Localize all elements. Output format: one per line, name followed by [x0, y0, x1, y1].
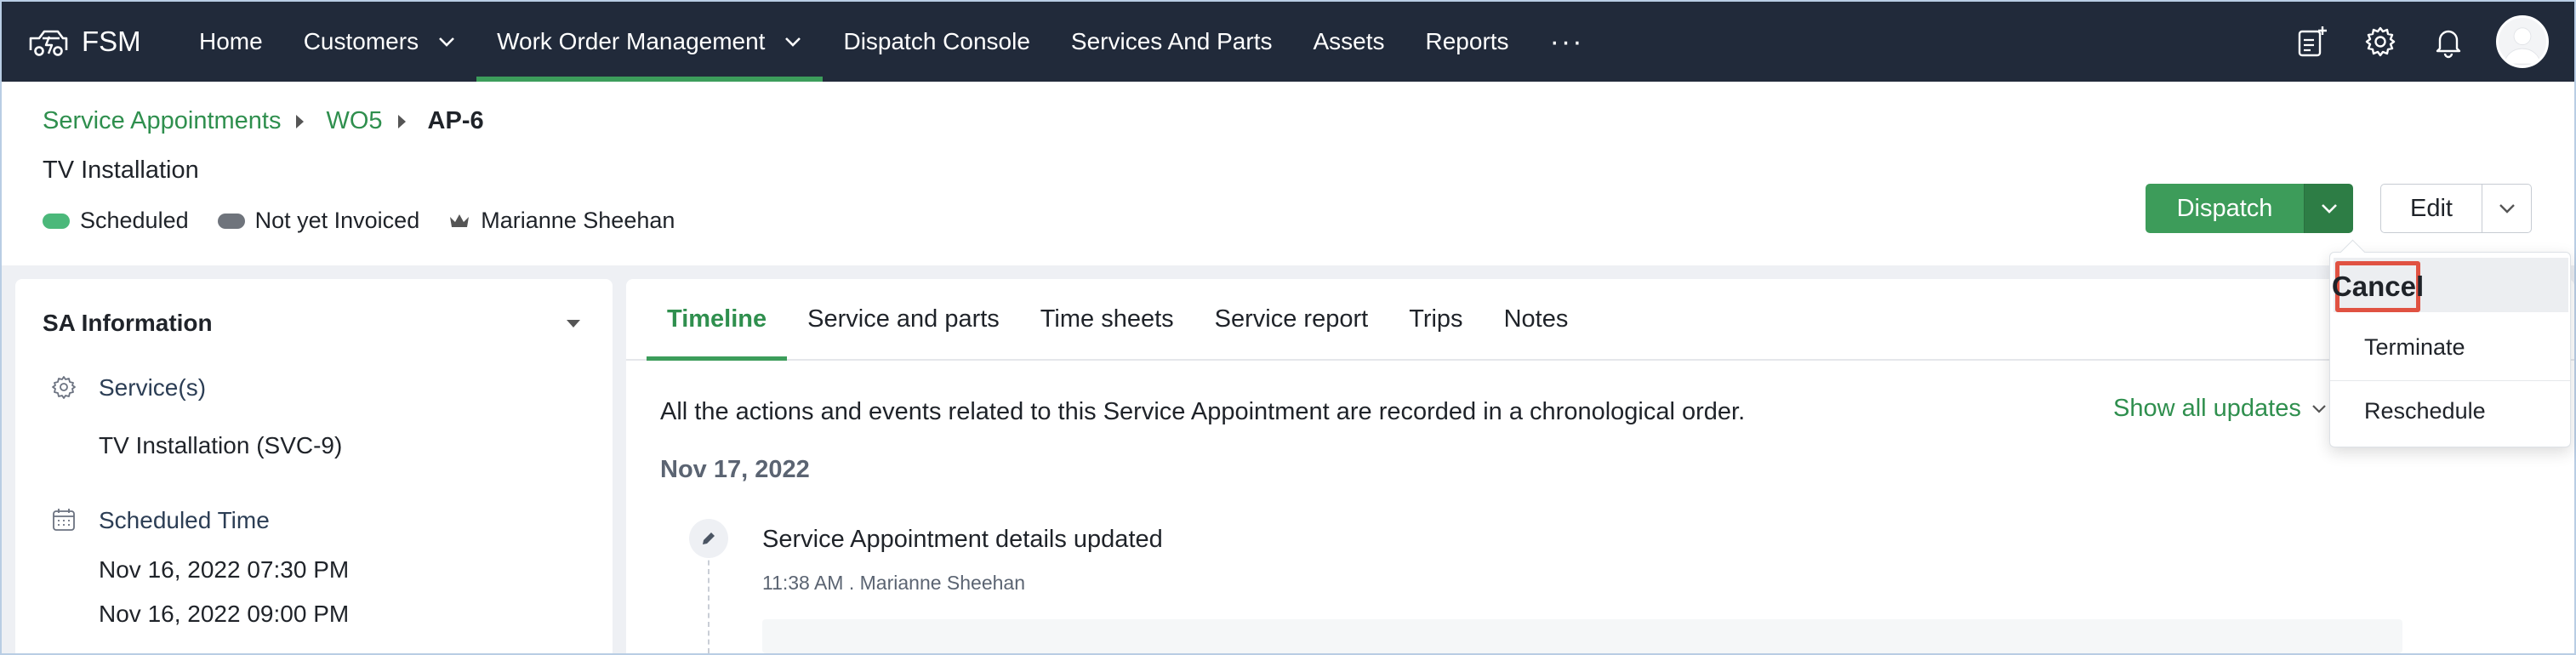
tab-notes[interactable]: Notes: [1484, 305, 1589, 359]
new-note-button[interactable]: [2294, 23, 2331, 60]
breadcrumb-wo5[interactable]: WO5: [326, 107, 382, 135]
timeline-description: All the actions and events related to th…: [660, 398, 1746, 425]
scheduled-start: Nov 16, 2022 07:30 PM: [99, 556, 350, 583]
dispatch-button-group: Dispatch: [2146, 184, 2353, 233]
chevron-down-icon: [785, 37, 801, 47]
pencil-icon: [703, 533, 715, 544]
top-navigation-bar: FSM Home Customers Work Order Management…: [2, 2, 2574, 82]
tab-service-report[interactable]: Service report: [1194, 305, 1389, 359]
edit-more-button[interactable]: [2482, 184, 2532, 233]
show-all-updates-dropdown[interactable]: Show all updates: [2113, 395, 2327, 423]
nav-menu: Home Customers Work Order Management Dis…: [179, 2, 1604, 82]
nav-item-label: Reports: [1425, 28, 1509, 54]
nav-item-label: Services And Parts: [1070, 28, 1273, 54]
timeline-connector: [708, 543, 710, 653]
sa-information-panel: SA Information Service(s) TV Installatio…: [15, 279, 613, 653]
nav-item-reports[interactable]: Reports: [1405, 2, 1530, 82]
settings-button[interactable]: [2362, 23, 2399, 60]
status-label: Not yet Invoiced: [254, 208, 420, 233]
notifications-button[interactable]: [2430, 23, 2467, 60]
timeline-event-details: [762, 619, 2402, 653]
timeline-event-title: Service Appointment details updated: [762, 526, 1163, 553]
menu-item-cancel-label: Cancel: [2332, 261, 2424, 312]
status-label: Scheduled: [80, 208, 189, 233]
status-tags: Scheduled Not yet Invoiced Marianne Shee…: [43, 208, 704, 234]
timeline-date: Nov 17, 2022: [660, 456, 810, 483]
nav-item-assets[interactable]: Assets: [1292, 2, 1405, 82]
dispatch-more-button[interactable]: [2304, 184, 2353, 233]
scheduled-end: Nov 16, 2022 09:00 PM: [99, 601, 350, 627]
chevron-down-icon: [439, 37, 454, 47]
nav-item-label: Home: [199, 28, 263, 54]
status-badge-invoice: Not yet Invoiced: [217, 208, 420, 234]
status-pill-icon: [217, 213, 245, 229]
record-header: Service Appointments WO5 AP-6 TV Install…: [2, 82, 2574, 265]
nav-item-work-order-management[interactable]: Work Order Management: [476, 2, 824, 82]
chevron-down-icon: [2312, 404, 2326, 413]
scheduled-time-label: Scheduled Time: [99, 507, 270, 533]
breadcrumb: Service Appointments WO5 AP-6: [43, 107, 484, 135]
chevron-down-icon: [2321, 204, 2337, 214]
dispatch-actions-menu: Cancel Terminate Reschedule: [2329, 252, 2571, 447]
brand-name: FSM: [82, 26, 141, 57]
tab-service-and-parts[interactable]: Service and parts: [787, 305, 1020, 359]
timeline-event-meta: 11:38 AM . Marianne Sheehan: [762, 572, 1026, 594]
nav-item-dispatch-console[interactable]: Dispatch Console: [823, 2, 1050, 82]
chevron-down-icon: [2499, 204, 2515, 214]
gear-icon: [2365, 26, 2396, 57]
owner-tag: Marianne Sheehan: [448, 208, 675, 234]
dispatch-button[interactable]: Dispatch: [2146, 184, 2304, 233]
nav-item-label: Dispatch Console: [843, 28, 1030, 54]
collapse-caret-icon[interactable]: [567, 320, 580, 328]
breadcrumb-arrow-icon: [296, 114, 305, 128]
sa-information-heading: SA Information: [43, 310, 213, 336]
crown-icon: [450, 214, 470, 227]
nav-more-button[interactable]: ···: [1530, 2, 1604, 82]
timeline-event-marker: [689, 519, 728, 558]
nav-item-label: Assets: [1313, 28, 1385, 54]
tab-timeline[interactable]: Timeline: [647, 305, 788, 361]
nav-actions: [2263, 2, 2549, 82]
owner-name: Marianne Sheehan: [481, 208, 675, 233]
user-avatar-icon: [2504, 27, 2541, 65]
tab-bar: Timeline Service and parts Time sheets S…: [626, 279, 2574, 361]
status-pill-icon: [43, 213, 70, 229]
page-title: TV Installation: [43, 157, 199, 184]
more-icon: ···: [1549, 25, 1584, 58]
nav-item-label: Customers: [303, 28, 419, 54]
new-note-icon: [2298, 26, 2327, 57]
truck-logo-icon: [29, 30, 68, 56]
nav-item-home[interactable]: Home: [179, 2, 283, 82]
show-all-label: Show all updates: [2113, 395, 2301, 422]
bell-icon: [2436, 30, 2461, 59]
service-gear-icon: [52, 376, 76, 399]
brand[interactable]: FSM: [27, 25, 163, 59]
menu-item-cancel[interactable]: Cancel: [2332, 258, 2568, 312]
edit-button[interactable]: Edit: [2380, 184, 2482, 233]
menu-item-terminate[interactable]: Terminate: [2330, 334, 2570, 361]
services-value: TV Installation (SVC-9): [99, 432, 343, 458]
avatar[interactable]: [2496, 15, 2549, 68]
status-badge-scheduled: Scheduled: [43, 208, 189, 234]
nav-item-customers[interactable]: Customers: [283, 2, 476, 82]
edit-button-group: Edit: [2380, 184, 2532, 233]
breadcrumb-arrow-icon: [397, 114, 406, 128]
breadcrumb-current: AP-6: [427, 107, 484, 134]
breadcrumb-service-appointments[interactable]: Service Appointments: [43, 107, 281, 135]
tab-trips[interactable]: Trips: [1388, 305, 1483, 359]
nav-item-label: Work Order Management: [497, 28, 766, 54]
services-label: Service(s): [99, 374, 207, 401]
menu-item-reschedule[interactable]: Reschedule: [2330, 380, 2570, 431]
nav-item-services-and-parts[interactable]: Services And Parts: [1051, 2, 1293, 82]
calendar-icon: [53, 509, 75, 531]
detail-panel: Timeline Service and parts Time sheets S…: [626, 279, 2574, 653]
tab-time-sheets[interactable]: Time sheets: [1020, 305, 1194, 359]
